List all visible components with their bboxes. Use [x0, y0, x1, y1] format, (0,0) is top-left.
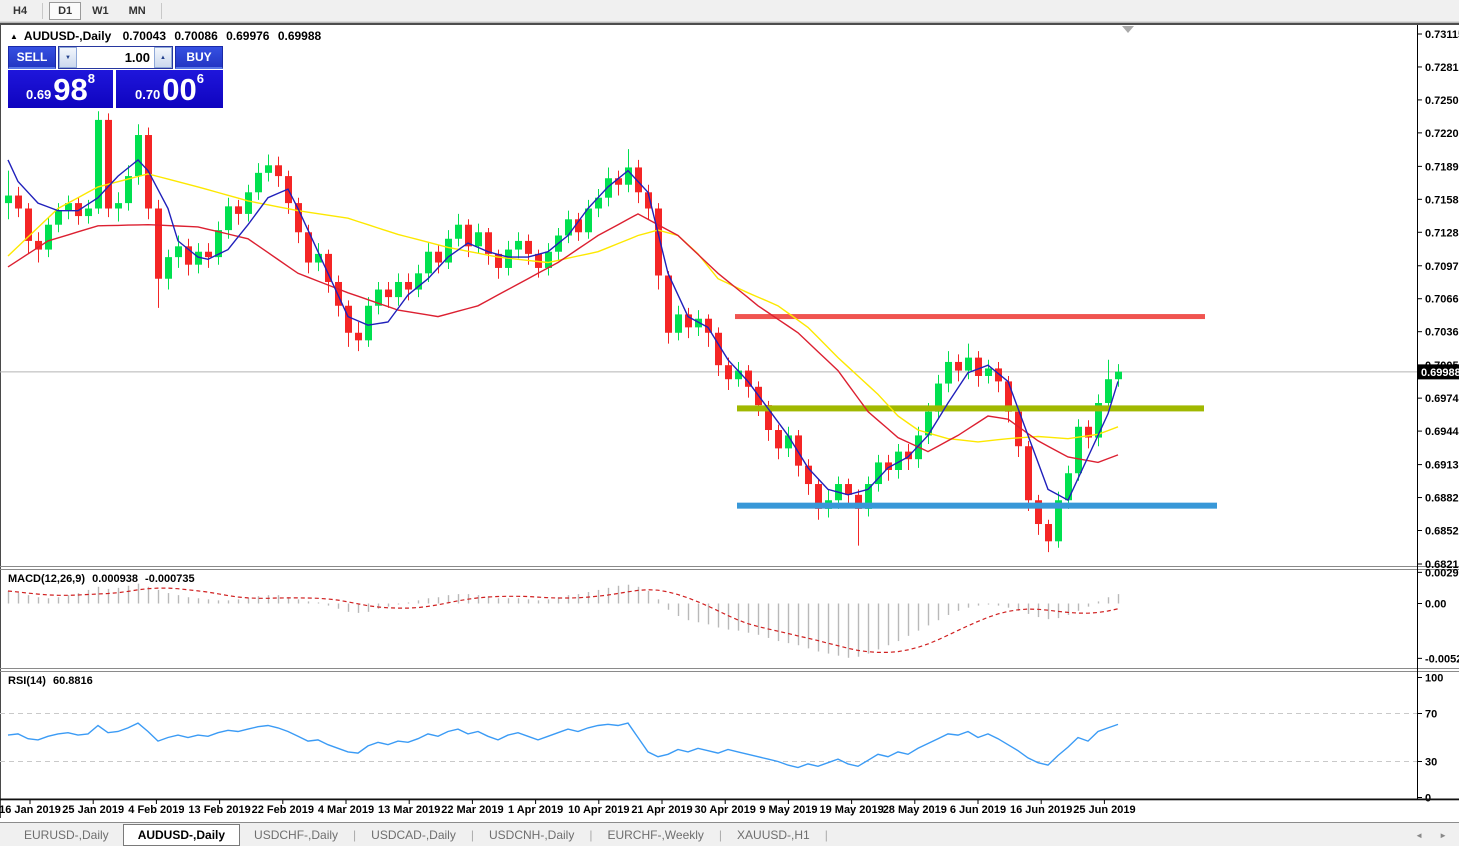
- window-top-border: [0, 22, 1459, 25]
- svg-text:10 Apr 2019: 10 Apr 2019: [568, 804, 629, 816]
- timeframe-toolbar: H4 D1 W1 MN: [0, 0, 1459, 22]
- volume-control: ▼ ▲: [58, 46, 173, 69]
- volume-input[interactable]: [77, 47, 154, 68]
- svg-text:0.72505: 0.72505: [1425, 95, 1459, 107]
- hline-pivot_olive: [737, 405, 1204, 411]
- chart-tab-eurchf-weekly[interactable]: EURCHF-,Weekly: [593, 825, 717, 845]
- ohlc-close: 0.69988: [278, 29, 321, 43]
- svg-text:4 Mar 2019: 4 Mar 2019: [318, 804, 374, 816]
- hline-resistance_red: [735, 314, 1205, 319]
- chart-canvas[interactable]: 0.73115 0.72810 0.72505 0.72200 0.71890 0.715…: [0, 0, 1459, 846]
- mt4-trading-platform: H4 D1 W1 MN ▲AUDUSD-,Daily 0.70043 0.700…: [0, 0, 1459, 846]
- tab-scroll-right-icon[interactable]: ►: [1431, 831, 1455, 840]
- svg-text:0.72810: 0.72810: [1425, 62, 1459, 74]
- svg-text:21 Apr 2019: 21 Apr 2019: [631, 804, 692, 816]
- timeframe-w1-button[interactable]: W1: [83, 2, 118, 20]
- svg-text:16 Jan 2019: 16 Jan 2019: [0, 804, 61, 816]
- svg-text:0.69745: 0.69745: [1425, 393, 1459, 405]
- timeframe-mn-button[interactable]: MN: [120, 2, 155, 20]
- ohlc-high: 0.70086: [174, 29, 217, 43]
- svg-text:13 Mar 2019: 13 Mar 2019: [378, 804, 440, 816]
- volume-increase-button[interactable]: ▲: [154, 47, 172, 68]
- sell-price-big: 98: [53, 76, 87, 104]
- tab-scroll-arrows: ◄ ►: [1407, 823, 1455, 846]
- buy-price-pip: 6: [197, 71, 204, 86]
- buy-button[interactable]: BUY: [175, 46, 223, 69]
- svg-text:0.70665: 0.70665: [1425, 294, 1459, 306]
- svg-text:22 Mar 2019: 22 Mar 2019: [441, 804, 503, 816]
- hline-support_blue: [737, 503, 1217, 509]
- chart-tab-xauusd-h1[interactable]: XAUUSD-,H1: [723, 825, 824, 845]
- svg-text:25 Jun 2019: 25 Jun 2019: [1073, 804, 1135, 816]
- toolbar-separator: [161, 3, 162, 19]
- chart-title: ▲ AUDUSD-,Daily 0.70043 0.70086 0.69976 0…: [10, 29, 321, 43]
- svg-text:30: 30: [1425, 757, 1437, 769]
- macd-name: MACD(12,26,9): [8, 573, 85, 585]
- svg-text:1 Apr 2019: 1 Apr 2019: [508, 804, 563, 816]
- svg-text:0.70970: 0.70970: [1425, 261, 1459, 273]
- svg-text:30 Apr 2019: 30 Apr 2019: [695, 804, 756, 816]
- tab-separator: |: [824, 828, 829, 842]
- one-click-trading-panel: SELL ▼ ▲ BUY 0.69 98 8 0.70 00 6: [8, 46, 223, 108]
- svg-text:28 May 2019: 28 May 2019: [883, 804, 947, 816]
- chart-shift-marker-icon[interactable]: [1122, 26, 1134, 33]
- buy-price-panel[interactable]: 0.70 00 6: [116, 70, 223, 108]
- sell-price-panel[interactable]: 0.69 98 8: [8, 70, 113, 108]
- chart-tabs: EURUSD-,DailyAUDUSD-,DailyUSDCHF-,Daily |…: [10, 824, 829, 846]
- svg-text:0.71585: 0.71585: [1425, 194, 1459, 206]
- svg-text:0.73115: 0.73115: [1425, 29, 1459, 41]
- svg-text:100: 100: [1425, 673, 1443, 685]
- ohlc-open: 0.70043: [123, 29, 166, 43]
- sell-price-prefix: 0.69: [26, 87, 51, 102]
- timeframe-h4-button[interactable]: H4: [4, 2, 36, 20]
- macd-main-value: 0.000938: [92, 573, 138, 585]
- price-pane[interactable]: [0, 25, 1459, 822]
- rsi-name: RSI(14): [8, 675, 46, 687]
- collapse-triangle-icon[interactable]: ▲: [10, 32, 18, 41]
- macd-indicator-label: MACD(12,26,9) 0.000938 -0.000735: [8, 573, 199, 585]
- timeframe-d1-button[interactable]: D1: [49, 2, 81, 20]
- svg-text:13 Feb 2019: 13 Feb 2019: [188, 804, 250, 816]
- svg-text:0.71890: 0.71890: [1425, 161, 1459, 173]
- svg-text:19 May 2019: 19 May 2019: [819, 804, 883, 816]
- sell-button[interactable]: SELL: [8, 46, 56, 69]
- svg-text:0.68825: 0.68825: [1425, 493, 1459, 505]
- volume-decrease-button[interactable]: ▼: [59, 47, 77, 68]
- svg-text:22 Feb 2019: 22 Feb 2019: [252, 804, 314, 816]
- svg-text:0.002984: 0.002984: [1425, 567, 1459, 579]
- svg-text:16 Jun 2019: 16 Jun 2019: [1010, 804, 1072, 816]
- chart-tab-usdcad-daily[interactable]: USDCAD-,Daily: [357, 825, 470, 845]
- chart-tab-usdchf-daily[interactable]: USDCHF-,Daily: [240, 825, 352, 845]
- svg-text:-0.005256: -0.005256: [1425, 653, 1459, 665]
- chart-tab-eurusd-daily[interactable]: EURUSD-,Daily: [10, 825, 123, 845]
- svg-text:0.70360: 0.70360: [1425, 327, 1459, 339]
- toolbar-separator: [42, 3, 43, 19]
- svg-text:9 May 2019: 9 May 2019: [759, 804, 817, 816]
- tab-scroll-left-icon[interactable]: ◄: [1407, 831, 1431, 840]
- svg-text:0.72200: 0.72200: [1425, 128, 1459, 140]
- svg-text:0.68520: 0.68520: [1425, 526, 1459, 538]
- chart-symbol: AUDUSD-,Daily: [24, 29, 111, 43]
- svg-text:6 Jun 2019: 6 Jun 2019: [950, 804, 1006, 816]
- rsi-value: 60.8816: [53, 675, 93, 687]
- buy-price-prefix: 0.70: [135, 87, 160, 102]
- svg-text:0.71280: 0.71280: [1425, 227, 1459, 239]
- rsi-indicator-label: RSI(14) 60.8816: [8, 675, 97, 687]
- svg-text:0.69988: 0.69988: [1421, 367, 1459, 379]
- svg-text:0.00: 0.00: [1425, 599, 1446, 611]
- ohlc-low: 0.69976: [226, 29, 269, 43]
- macd-signal-value: -0.000735: [145, 573, 195, 585]
- chart-tab-usdcnh-daily[interactable]: USDCNH-,Daily: [475, 825, 588, 845]
- svg-text:70: 70: [1425, 709, 1437, 721]
- svg-text:0.69130: 0.69130: [1425, 460, 1459, 472]
- svg-text:25 Jan 2019: 25 Jan 2019: [62, 804, 124, 816]
- chart-tab-bar: EURUSD-,DailyAUDUSD-,DailyUSDCHF-,Daily |…: [0, 822, 1459, 846]
- buy-price-big: 00: [162, 76, 196, 104]
- svg-text:4 Feb 2019: 4 Feb 2019: [128, 804, 184, 816]
- sell-price-pip: 8: [88, 71, 95, 86]
- chart-tab-audusd-daily[interactable]: AUDUSD-,Daily: [123, 824, 240, 846]
- svg-text:0.69440: 0.69440: [1425, 426, 1459, 438]
